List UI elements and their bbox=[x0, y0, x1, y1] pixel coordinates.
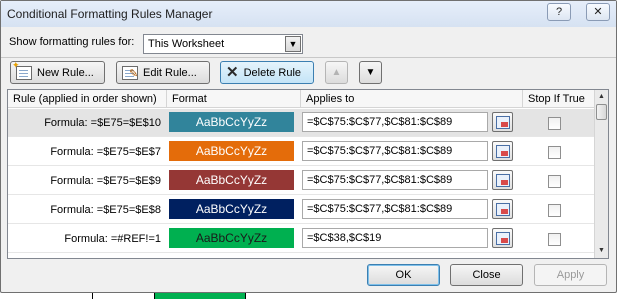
edit-rule-icon bbox=[122, 65, 138, 80]
scroll-thumb[interactable] bbox=[596, 104, 607, 120]
rule-row-3[interactable]: Formula: =$E75=$E$9 AaBbCcYyZz =$C$75:$C… bbox=[8, 167, 594, 195]
rules-grid: Rule (applied in order shown) Format App… bbox=[7, 89, 609, 259]
stop-if-true-checkbox[interactable] bbox=[548, 233, 561, 246]
format-preview: AaBbCcYyZz bbox=[169, 170, 294, 190]
move-down-button[interactable]: ▼ bbox=[359, 61, 382, 84]
rule-row-1[interactable]: Formula: =$E75=$E$10 AaBbCcYyZz =$C$75:$… bbox=[8, 109, 594, 137]
ok-button[interactable]: OK bbox=[367, 264, 440, 286]
format-preview: AaBbCcYyZz bbox=[169, 199, 294, 219]
show-rules-label: Show formatting rules for: bbox=[9, 36, 135, 48]
separator bbox=[1, 57, 616, 58]
title-bar: Conditional Formatting Rules Manager ? ✕ bbox=[1, 1, 616, 27]
stop-if-true-checkbox[interactable] bbox=[548, 204, 561, 217]
edit-rule-label: Edit Rule... bbox=[143, 66, 197, 79]
format-preview: AaBbCcYyZz bbox=[169, 141, 294, 161]
move-up-button[interactable]: ▲ bbox=[325, 61, 348, 84]
format-preview: AaBbCcYyZz bbox=[169, 112, 294, 132]
header-applies-to: Applies to bbox=[301, 90, 523, 108]
applies-to-field[interactable]: =$C$75:$C$77,$C$81:$C$89 bbox=[302, 141, 488, 161]
stop-if-true-checkbox[interactable] bbox=[548, 146, 561, 159]
header-stop-if-true: Stop If True bbox=[523, 90, 596, 108]
rule-formula: Formula: =$E75=$E$9 bbox=[50, 175, 161, 187]
range-select-icon[interactable] bbox=[492, 199, 513, 219]
delete-rule-button[interactable]: ✕ Delete Rule bbox=[220, 61, 314, 84]
rule-formula: Formula: =$E75=$E$10 bbox=[44, 117, 161, 129]
new-rule-icon bbox=[12, 60, 32, 80]
range-select-icon[interactable] bbox=[492, 170, 513, 190]
vertical-scrollbar[interactable]: ▲ ▼ bbox=[594, 90, 608, 258]
rule-formula: Formula: =$E75=$E$8 bbox=[50, 204, 161, 216]
header-format: Format bbox=[167, 90, 301, 108]
applies-to-field[interactable]: =$C$38,$C$19 bbox=[302, 228, 488, 248]
applies-to-field[interactable]: =$C$75:$C$77,$C$81:$C$89 bbox=[302, 170, 488, 190]
scroll-up-arrow-icon[interactable]: ▲ bbox=[595, 90, 608, 104]
rules-manager-dialog: Conditional Formatting Rules Manager ? ✕… bbox=[0, 0, 617, 293]
show-rules-selected: This Worksheet bbox=[148, 38, 225, 50]
range-select-icon[interactable] bbox=[492, 228, 513, 248]
rule-row-5[interactable]: Formula: =#REF!=1 AaBbCcYyZz =$C$38,$C$1… bbox=[8, 225, 594, 253]
new-rule-button[interactable]: New Rule... bbox=[10, 60, 105, 84]
close-window-button[interactable]: ✕ bbox=[586, 3, 610, 21]
range-select-icon[interactable] bbox=[492, 112, 513, 132]
rule-row-2[interactable]: Formula: =$E75=$E$7 AaBbCcYyZz =$C$75:$C… bbox=[8, 138, 594, 166]
cell-gridline bbox=[92, 293, 93, 299]
edit-rule-button[interactable]: Edit Rule... bbox=[116, 61, 210, 84]
close-button[interactable]: Close bbox=[450, 264, 523, 286]
range-select-icon[interactable] bbox=[492, 141, 513, 161]
worksheet-cell bbox=[154, 293, 246, 299]
rule-row-4[interactable]: Formula: =$E75=$E$8 AaBbCcYyZz =$C$75:$C… bbox=[8, 196, 594, 224]
delete-rule-label: Delete Rule bbox=[243, 66, 302, 79]
rule-formula: Formula: =$E75=$E$7 bbox=[50, 146, 161, 158]
new-rule-label: New Rule... bbox=[37, 66, 94, 79]
scroll-down-arrow-icon[interactable]: ▼ bbox=[595, 244, 608, 258]
apply-button[interactable]: Apply bbox=[534, 264, 607, 286]
show-rules-dropdown[interactable]: This Worksheet ▼ bbox=[143, 34, 303, 54]
delete-x-icon: ✕ bbox=[226, 63, 239, 81]
dropdown-arrow-icon[interactable]: ▼ bbox=[285, 36, 301, 52]
applies-to-field[interactable]: =$C$75:$C$77,$C$81:$C$89 bbox=[302, 199, 488, 219]
format-preview: AaBbCcYyZz bbox=[169, 228, 294, 248]
stop-if-true-checkbox[interactable] bbox=[548, 117, 561, 130]
header-rule: Rule (applied in order shown) bbox=[8, 90, 167, 108]
rule-formula: Formula: =#REF!=1 bbox=[64, 233, 161, 245]
help-button[interactable]: ? bbox=[547, 3, 571, 21]
stop-if-true-checkbox[interactable] bbox=[548, 175, 561, 188]
window-title: Conditional Formatting Rules Manager bbox=[7, 7, 213, 21]
applies-to-field[interactable]: =$C$75:$C$77,$C$81:$C$89 bbox=[302, 112, 488, 132]
